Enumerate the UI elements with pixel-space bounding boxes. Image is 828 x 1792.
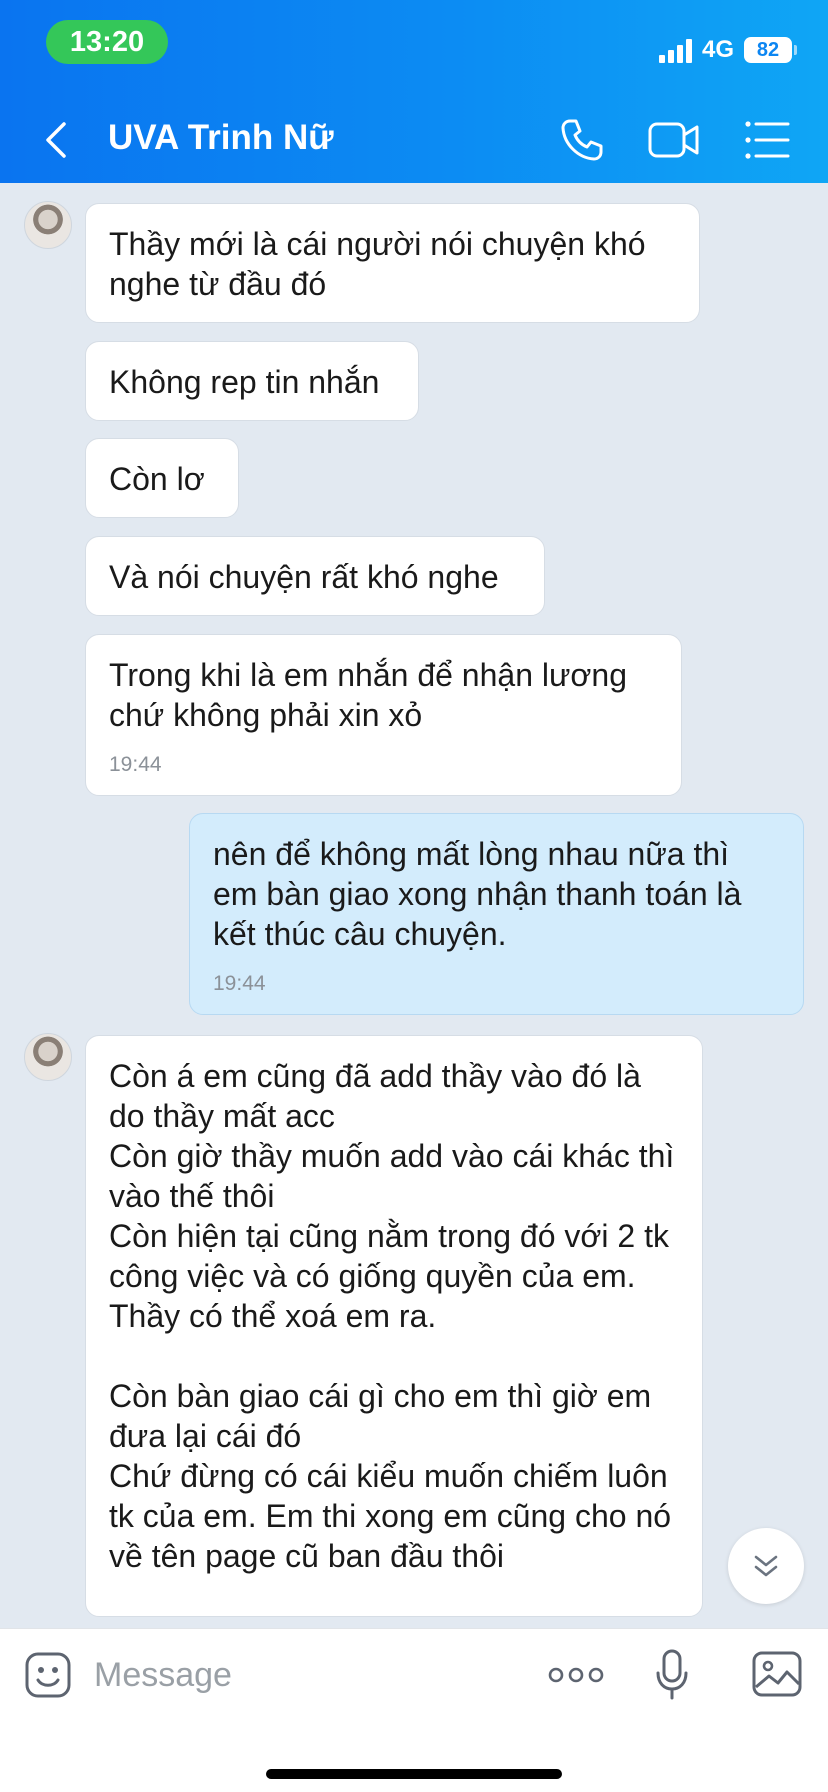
chat-header: 13:20 4G 82 UVA Trinh Nữ (0, 0, 828, 183)
sticker-icon[interactable] (24, 1651, 72, 1699)
phone-icon[interactable] (558, 116, 606, 164)
scroll-to-bottom-button[interactable] (728, 1528, 804, 1604)
message-text: Không rep tin nhắn (109, 364, 380, 400)
message-list[interactable]: Thầy mới là cái người nói chuyện khó ngh… (0, 183, 828, 1628)
message-text: nên để không mất lòng nhau nữa thì em bà… (213, 836, 751, 952)
message-bubble[interactable]: Còn á em cũng đã add thầy vào đó là do t… (85, 1035, 703, 1617)
status-indicators: 4G 82 (658, 30, 797, 70)
back-chevron-icon[interactable] (40, 120, 74, 160)
microphone-icon[interactable] (654, 1649, 690, 1701)
cellular-signal-icon (658, 37, 692, 63)
outgoing-message-bubble[interactable]: nên để không mất lòng nhau nữa thì em bà… (189, 813, 804, 1015)
network-type: 4G (701, 36, 734, 63)
message-text: Và nói chuyện rất khó nghe (109, 559, 499, 595)
message-text: Còn á em cũng đã add thầy vào đó là do t… (109, 1058, 675, 1574)
image-gallery-icon[interactable] (752, 1651, 802, 1697)
message-bubble[interactable]: Và nói chuyện rất khó nghe (85, 536, 545, 616)
message-composer (0, 1628, 828, 1792)
message-bubble[interactable]: Còn lơ (85, 438, 239, 518)
message-input[interactable] (94, 1649, 474, 1701)
battery-icon: 82 (744, 37, 797, 63)
message-bubble[interactable]: Không rep tin nhắn (85, 341, 419, 421)
message-bubble[interactable]: Thầy mới là cái người nói chuyện khó ngh… (85, 203, 700, 323)
list-menu-icon[interactable] (744, 118, 790, 162)
message-bubble[interactable]: Trong khi là em nhắn để nhận lương chứ k… (85, 634, 682, 796)
video-camera-icon[interactable] (648, 120, 700, 160)
message-text: Trong khi là em nhắn để nhận lương chứ k… (109, 657, 636, 733)
home-indicator[interactable] (266, 1769, 562, 1779)
message-text: Thầy mới là cái người nói chuyện khó ngh… (109, 226, 655, 302)
avatar[interactable] (24, 201, 72, 249)
message-text: Còn lơ (109, 461, 205, 497)
more-options-icon[interactable] (548, 1663, 604, 1687)
double-chevron-down-icon (754, 1555, 778, 1577)
message-time: 19:44 (213, 972, 266, 995)
contact-name[interactable]: UVA Trinh Nữ (108, 118, 334, 158)
status-time: 13:20 (46, 20, 168, 64)
avatar[interactable] (24, 1033, 72, 1081)
message-time: 19:44 (109, 753, 162, 776)
battery-level: 82 (756, 39, 780, 61)
